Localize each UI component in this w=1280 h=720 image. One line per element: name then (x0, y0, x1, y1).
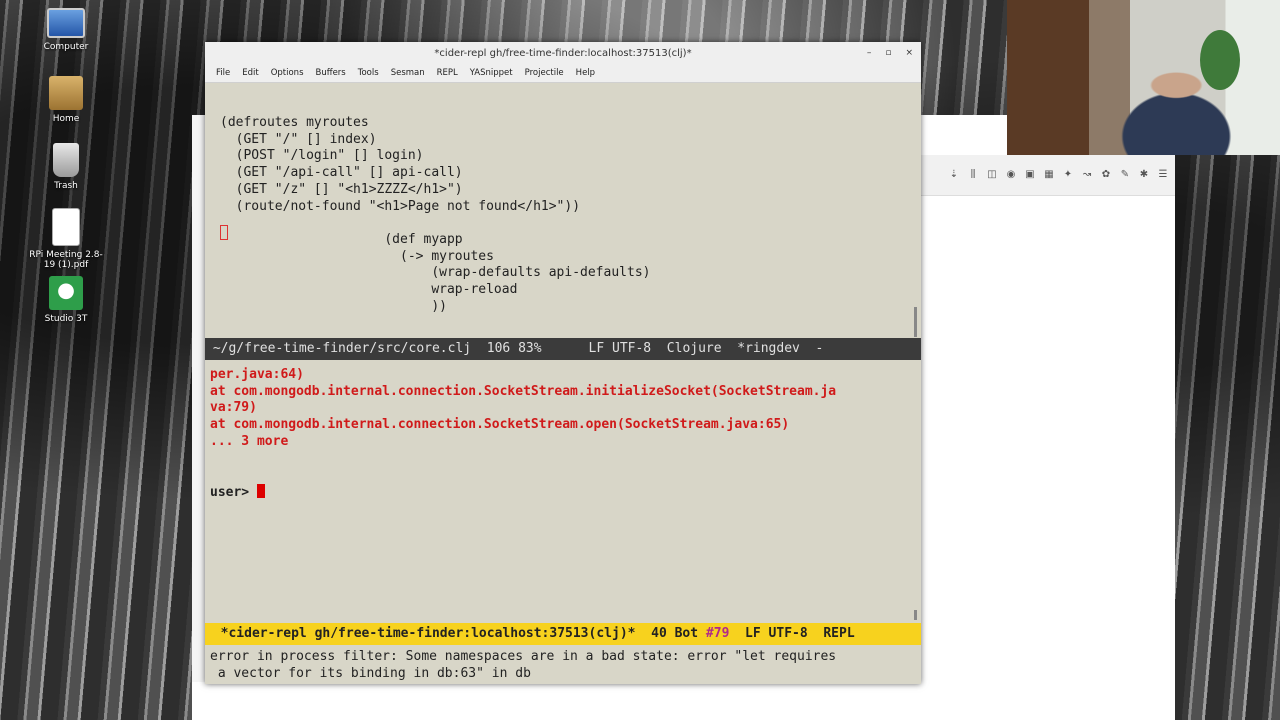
echo-line: a vector for its binding in db:63" in db (210, 665, 531, 681)
sidebar-icon[interactable]: ◫ (986, 169, 998, 181)
repl-error-line: at com.mongodb.internal.connection.Socke… (210, 417, 790, 433)
code-line: (wrap-defaults api-defaults) (220, 265, 651, 281)
code-text: (defroutes myroutes (GET "/" [] index) (… (220, 115, 650, 315)
window-titlebar[interactable]: *cider-repl gh/free-time-finder:localhos… (205, 42, 921, 64)
desktop-icon-label: Computer (43, 42, 89, 52)
repl-line-number: #79 (705, 626, 730, 641)
repl-prompt: user> (210, 484, 257, 500)
repl-output: per.java:64) at com.mongodb.internal.con… (210, 367, 836, 502)
menu-file[interactable]: File (210, 68, 236, 78)
desktop-icon-home[interactable]: Home (26, 76, 106, 124)
download-icon[interactable]: ⇣ (948, 169, 960, 181)
menu-sesman[interactable]: Sesman (385, 68, 431, 78)
repl-error-line: va:79) (210, 400, 257, 416)
code-line: (defroutes myroutes (220, 115, 369, 130)
repl-position: 40 Bot (635, 626, 706, 641)
menu-projectile[interactable]: Projectile (519, 68, 570, 78)
menu-yasnippet[interactable]: YASnippet (464, 68, 519, 78)
menu-repl[interactable]: REPL (431, 68, 464, 78)
buffer-path: ~/g/free-time-finder/src/core.clj (205, 341, 472, 356)
code-line: (-> myroutes (220, 248, 494, 264)
background-window-bottom (192, 682, 1174, 720)
repl-error-line: per.java:64) (210, 367, 304, 382)
extension-red-icon[interactable]: ✱ (1138, 169, 1150, 181)
minor-mode: *ringdev - (721, 341, 824, 356)
pdf-file-icon (52, 208, 80, 246)
maximize-icon[interactable]: ▫ (885, 48, 891, 58)
code-line: (GET "/api-call" [] api-call) (220, 165, 463, 181)
repl-mode: REPL (807, 626, 855, 641)
account-icon[interactable]: ◉ (1005, 169, 1017, 181)
menu-edit[interactable]: Edit (236, 68, 264, 78)
echo-line: error in process filter: Some namespaces… (210, 649, 837, 664)
desktop-icon-pdf[interactable]: RPi Meeting 2.8-19 (1).pdf (26, 208, 106, 270)
code-line: (GET "/" [] index) (220, 131, 377, 147)
menubar: File Edit Options Buffers Tools Sesman R… (205, 64, 921, 83)
desktop-icon-studio3t[interactable]: Studio 3T (26, 276, 106, 324)
pen-icon[interactable]: ✎ (1119, 169, 1131, 181)
extension-orange-icon[interactable]: ✦ (1062, 169, 1074, 181)
desktop-icon-trash[interactable]: Trash (26, 143, 106, 191)
repl-scrollbar[interactable] (914, 610, 917, 620)
minimize-icon[interactable]: – (867, 48, 872, 58)
menu-options[interactable]: Options (265, 68, 310, 78)
hamburger-menu-icon[interactable]: ☰ (1157, 169, 1169, 181)
grid-icon[interactable]: ▦ (1043, 169, 1055, 181)
repl-mode-line[interactable]: *cider-repl gh/free-time-finder:localhos… (205, 623, 921, 645)
home-folder-icon (49, 76, 83, 110)
code-line: (GET "/z" [] "<h1>ZZZZ</h1>") (220, 181, 463, 197)
extension-colorful-icon[interactable]: ✿ (1100, 169, 1112, 181)
code-line: (POST "/login" [] login) (220, 148, 424, 164)
desktop-icon-label: Home (52, 114, 80, 124)
code-line: wrap-reload (220, 282, 518, 298)
extension-arrow-icon[interactable]: ↝ (1081, 169, 1093, 181)
menu-buffers[interactable]: Buffers (310, 68, 352, 78)
major-mode: Clojure (651, 341, 722, 356)
library-icon[interactable]: ⫼ (967, 169, 979, 181)
editor-mode-line[interactable]: ~/g/free-time-finder/src/core.clj 106 83… (205, 338, 921, 360)
code-line: (def myapp (220, 231, 463, 247)
code-line: (route/not-found "<h1>Page not found</h1… (220, 198, 581, 214)
repl-pane[interactable]: per.java:64) at com.mongodb.internal.con… (205, 360, 921, 620)
repl-error-line: ... 3 more (210, 433, 289, 449)
webcam-overlay (1007, 0, 1280, 155)
studio3t-icon (49, 276, 83, 310)
buffer-position: 106 83% (471, 341, 542, 356)
menu-tools[interactable]: Tools (352, 68, 385, 78)
browser-toolbar: ⇣ ⫼ ◫ ◉ ▣ ▦ ✦ ↝ ✿ ✎ ✱ ☰ (919, 155, 1175, 196)
desktop-icon-label: Trash (54, 181, 78, 191)
menu-help[interactable]: Help (570, 68, 601, 78)
text-cursor[interactable] (256, 483, 265, 498)
code-line: )) (220, 298, 447, 314)
repl-encoding: LF UTF-8 (729, 626, 808, 641)
repl-buffer-name: *cider-repl gh/free-time-finder:localhos… (205, 626, 636, 641)
editor-scrollbar[interactable] (914, 307, 917, 337)
extension-icon[interactable]: ▣ (1024, 169, 1036, 181)
emacs-window[interactable]: *cider-repl gh/free-time-finder:localhos… (205, 42, 921, 684)
repl-error-line: at com.mongodb.internal.connection.Socke… (210, 383, 837, 399)
desktop-icon-label: RPi Meeting 2.8-19 (1).pdf (29, 250, 103, 270)
background-browser-window[interactable]: ⇣ ⫼ ◫ ◉ ▣ ▦ ✦ ↝ ✿ ✎ ✱ ☰ (918, 115, 1175, 720)
computer-icon (47, 8, 85, 38)
close-icon[interactable]: × (905, 48, 913, 58)
echo-text: error in process filter: Some namespaces… (210, 649, 836, 682)
code-editor-pane[interactable]: (defroutes myroutes (GET "/" [] index) (… (205, 82, 921, 337)
desktop-icon-label: Studio 3T (44, 314, 88, 324)
plant-decoration (1200, 30, 1240, 90)
trash-icon (53, 143, 79, 177)
desktop-icon-computer[interactable]: Computer (26, 8, 106, 52)
echo-area: error in process filter: Some namespaces… (205, 646, 921, 684)
window-title: *cider-repl gh/free-time-finder:localhos… (434, 47, 692, 59)
buffer-encoding: LF UTF-8 (541, 341, 652, 356)
